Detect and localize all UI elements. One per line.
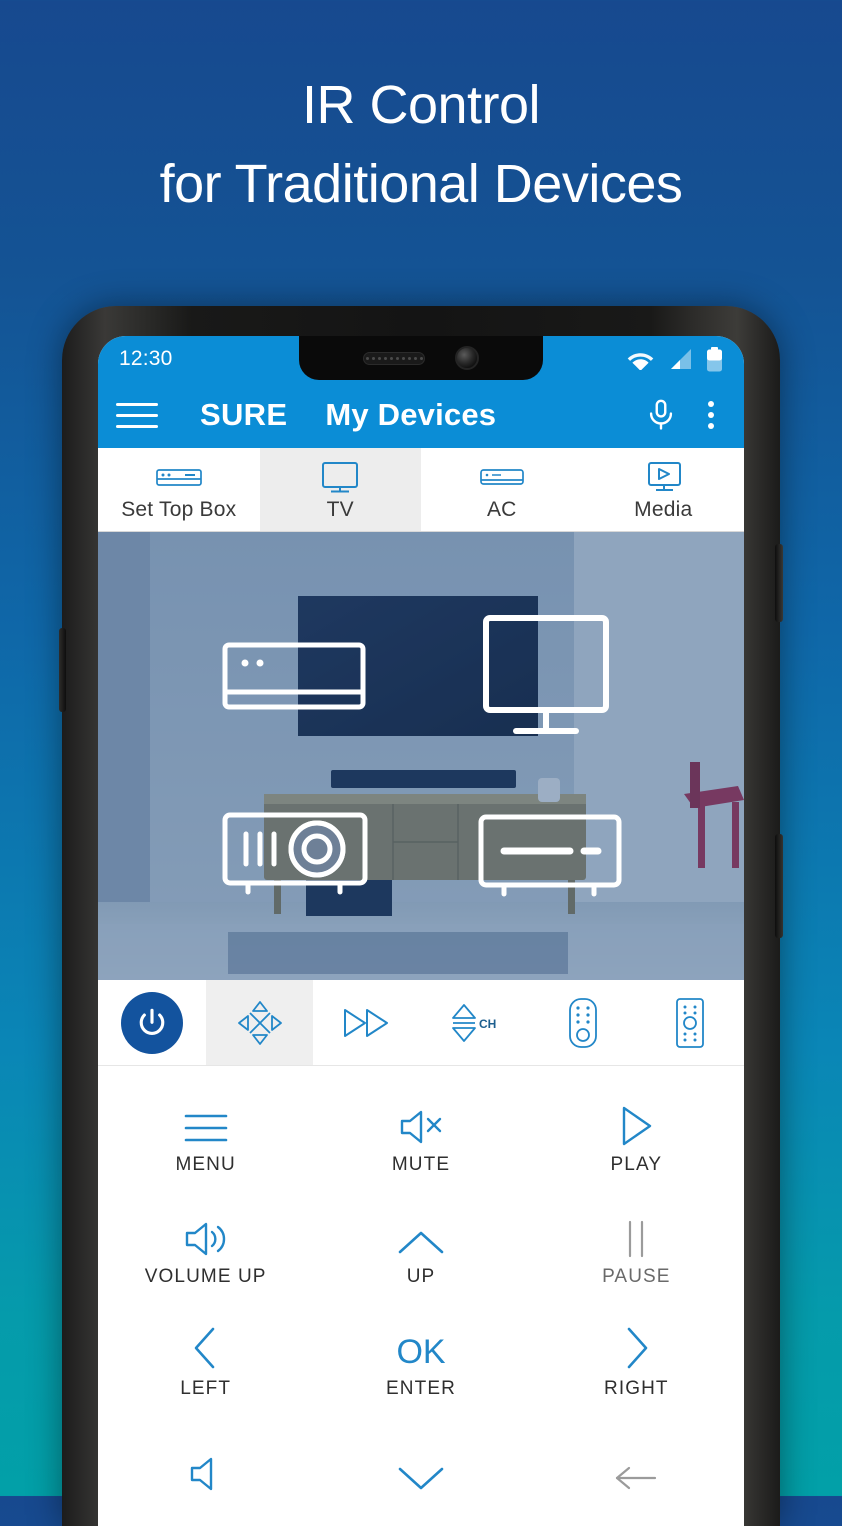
phone-screen: 12:30 SURE My Devices Set Top Box TV AC … [98, 336, 744, 1526]
wifi-icon [627, 349, 654, 370]
key-label: LEFT [180, 1378, 232, 1399]
function-channel[interactable]: CH [421, 980, 529, 1065]
key-pause[interactable]: PAUSE [529, 1192, 744, 1304]
scene-blue-tint [98, 532, 744, 980]
battery-icon [706, 346, 723, 372]
volume-up-icon [181, 1208, 231, 1260]
device-tab-bar: Set Top Box TV AC Media [98, 448, 744, 532]
phone-power-hardware-button[interactable] [775, 544, 783, 622]
function-toolbar: CH [98, 980, 744, 1066]
key-enter[interactable]: OK ENTER [313, 1304, 528, 1416]
front-camera [455, 346, 479, 370]
media-player-icon [643, 461, 683, 495]
function-remote-full[interactable] [636, 980, 744, 1065]
promo-line-2: for Traditional Devices [159, 153, 683, 214]
key-volume-down[interactable] [98, 1416, 313, 1526]
play-icon [616, 1096, 656, 1148]
key-right[interactable]: RIGHT [529, 1304, 744, 1416]
status-clock: 12:30 [119, 347, 173, 370]
chevron-left-icon [189, 1320, 223, 1372]
key-back[interactable] [529, 1416, 744, 1526]
tab-ac[interactable]: AC [421, 448, 583, 531]
tab-label: Media [634, 498, 693, 521]
key-label: ENTER [386, 1378, 456, 1399]
chevron-down-icon [394, 1443, 448, 1495]
app-bar: SURE My Devices [98, 382, 744, 448]
tv-monitor-overlay-icon[interactable] [482, 614, 610, 742]
key-label: PLAY [610, 1154, 663, 1175]
air-conditioner-icon [479, 461, 525, 495]
projector-overlay-icon[interactable] [222, 812, 368, 896]
key-play[interactable]: PLAY [529, 1080, 744, 1192]
tab-tv[interactable]: TV [259, 448, 421, 531]
key-label: UP [406, 1266, 436, 1287]
remote-key-grid: MENU MUTE PLAY VOLUME UP UP PAUSE LEFT O… [98, 1066, 744, 1526]
phone-mockup: 12:30 SURE My Devices Set Top Box TV AC … [59, 306, 783, 1526]
key-label: MUTE [391, 1154, 451, 1175]
back-arrow-icon [609, 1443, 663, 1495]
key-mute[interactable]: MUTE [313, 1080, 528, 1192]
fast-forward-icon [341, 1005, 393, 1041]
key-up[interactable]: UP [313, 1192, 528, 1304]
power-icon [120, 991, 183, 1054]
phone-side-hardware-button[interactable] [59, 628, 66, 712]
channel-up-down-icon: CH [447, 1001, 503, 1045]
key-label: RIGHT [604, 1378, 669, 1399]
function-power[interactable] [98, 980, 206, 1065]
kebab-menu-icon[interactable] [696, 401, 726, 429]
key-label: MENU [175, 1154, 236, 1175]
tab-label: Set Top Box [121, 498, 237, 521]
menu-lines-icon [182, 1096, 230, 1148]
dpad-icon [235, 998, 285, 1048]
key-volume-up[interactable]: VOLUME UP [98, 1192, 313, 1304]
set-top-box-icon [155, 461, 203, 495]
svg-text:OK: OK [396, 1333, 445, 1371]
tab-label: TV [326, 498, 354, 521]
key-label: VOLUME UP [144, 1266, 267, 1287]
ok-text-icon: OK [391, 1320, 451, 1372]
microphone-icon[interactable] [644, 398, 678, 432]
function-playback[interactable] [313, 980, 421, 1065]
function-remote-keys[interactable] [529, 980, 637, 1065]
key-left[interactable]: LEFT [98, 1304, 313, 1416]
svg-text:CH: CH [479, 1017, 496, 1031]
remote-square-icon [674, 997, 706, 1049]
phone-volume-hardware-button[interactable] [775, 834, 783, 938]
earpiece-speaker [363, 351, 425, 365]
promo-line-1: IR Control [301, 75, 541, 135]
key-menu[interactable]: MENU [98, 1080, 313, 1192]
av-receiver-overlay-icon[interactable] [478, 814, 622, 898]
mute-icon [396, 1096, 446, 1148]
app-brand: SURE [200, 397, 288, 432]
volume-down-icon [186, 1443, 226, 1495]
cellular-signal-icon [667, 348, 693, 370]
ac-unit-overlay-icon[interactable] [222, 642, 366, 710]
tv-icon [320, 461, 360, 495]
remote-rounded-icon [567, 997, 599, 1049]
room-scene[interactable] [98, 532, 744, 980]
key-down[interactable] [313, 1416, 528, 1526]
tab-media[interactable]: Media [583, 448, 745, 531]
hamburger-menu-icon[interactable] [116, 402, 158, 428]
pause-icon [619, 1208, 653, 1260]
tab-set-top-box[interactable]: Set Top Box [98, 448, 260, 531]
tab-label: AC [486, 498, 517, 521]
function-navigation[interactable] [205, 980, 314, 1065]
promo-headline: IR Control for Traditional Devices [0, 66, 842, 224]
chevron-right-icon [619, 1320, 653, 1372]
phone-notch [299, 336, 543, 380]
chevron-up-icon [394, 1208, 448, 1260]
key-label: PAUSE [602, 1266, 671, 1287]
page-title: My Devices [325, 397, 497, 432]
